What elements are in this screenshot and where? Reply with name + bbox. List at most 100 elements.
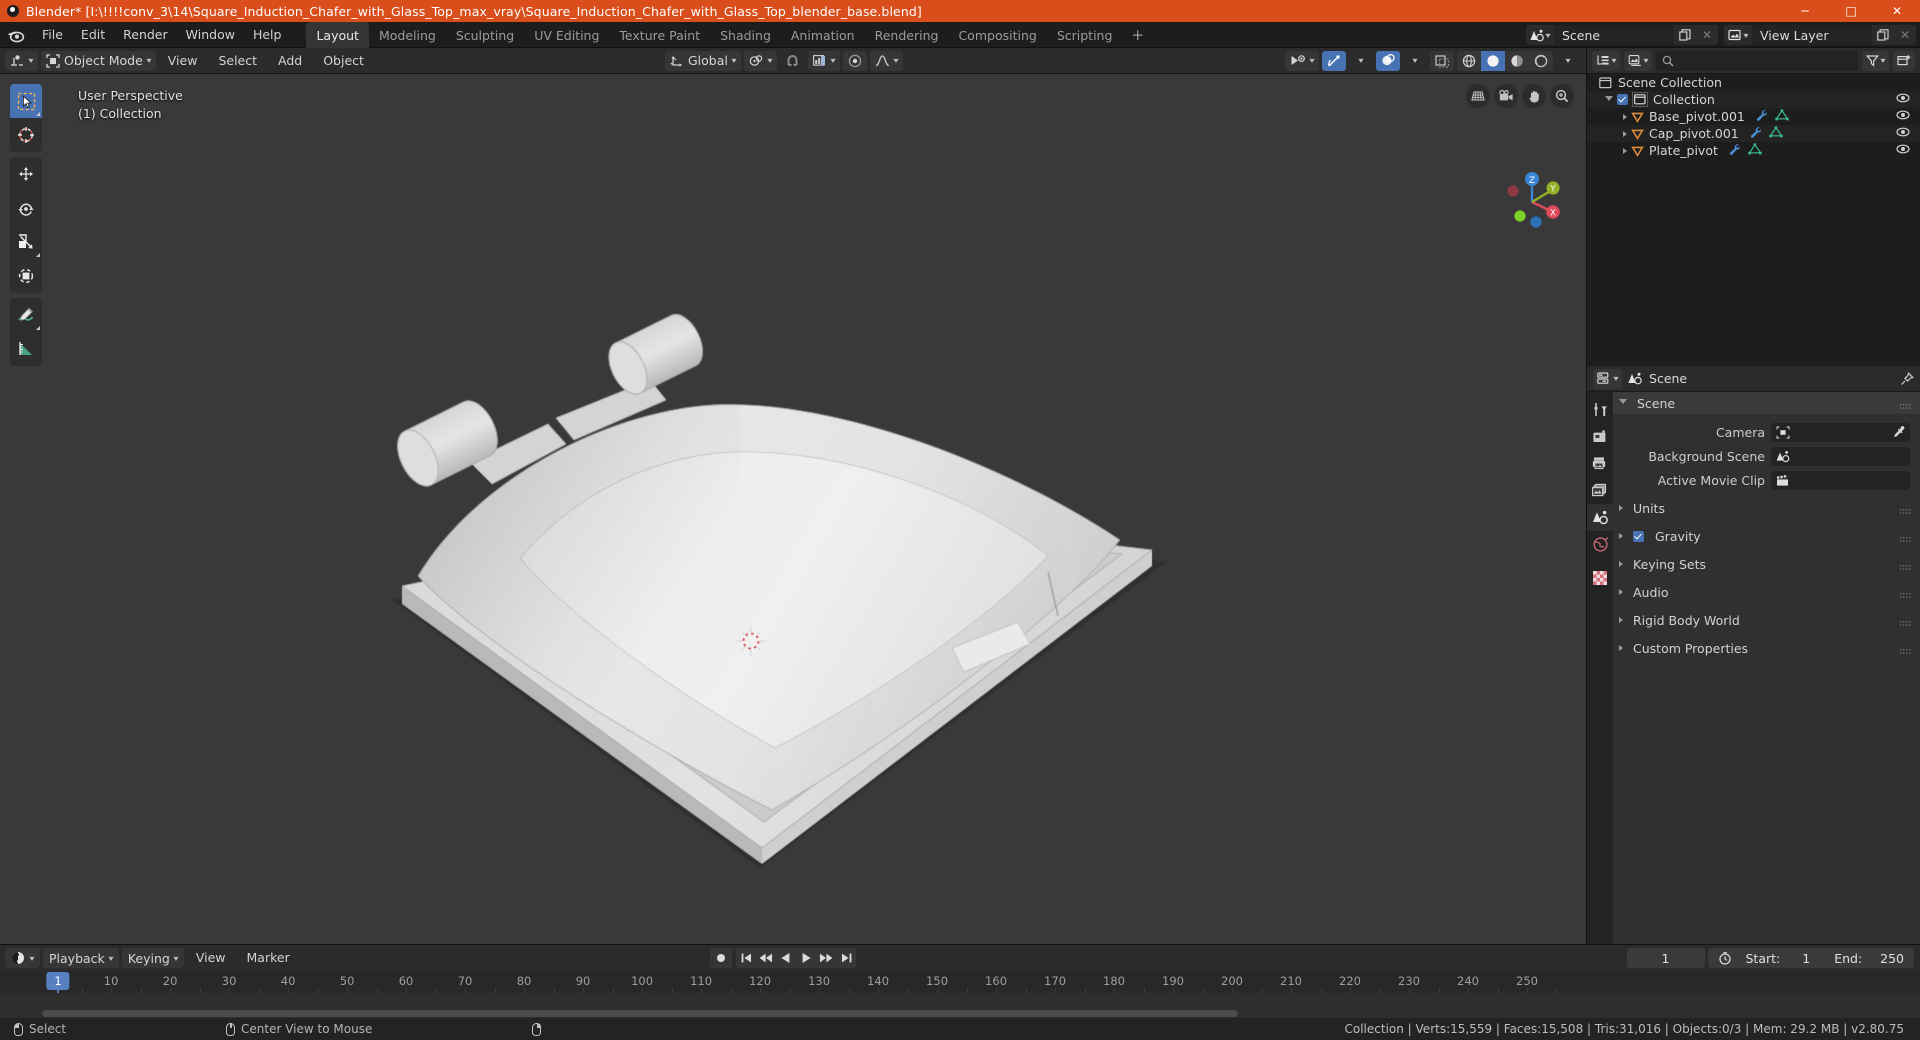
modifier-wrench-icon[interactable] [1755, 109, 1768, 124]
timeline-ruler[interactable]: 10 20 30 40 50 60 70 80 90 100 110 120 130 140 150 160 1… [0, 971, 1920, 1040]
active-movie-clip-field[interactable] [1771, 470, 1910, 490]
transform-orientation-dropdown[interactable]: Global ▾ [665, 50, 741, 71]
close-button[interactable]: ✕ [1874, 0, 1920, 22]
world-tab[interactable] [1587, 531, 1613, 558]
menu-file[interactable]: File [33, 25, 72, 45]
jump-to-end-icon[interactable] [836, 948, 856, 968]
filter-id-icon[interactable]: ▾ [1624, 50, 1653, 71]
disclosure-triangle-icon[interactable] [1619, 589, 1623, 595]
visibility-eye-icon[interactable] [1896, 109, 1910, 124]
use-preview-range-icon[interactable] [1718, 951, 1732, 965]
disclosure-triangle-icon[interactable] [1605, 95, 1613, 104]
scene-selector[interactable]: ▾ Scene ✕ [1525, 25, 1718, 45]
shading-rendered-button[interactable] [1529, 51, 1553, 71]
unlink-scene-button[interactable]: ✕ [1695, 25, 1718, 45]
xray-toggle-icon[interactable] [1430, 50, 1454, 71]
proportional-editing-toggle[interactable] [842, 50, 867, 71]
viewlayer-name-field[interactable]: View Layer [1752, 25, 1872, 45]
tab-uv-editing[interactable]: UV Editing [524, 22, 609, 48]
viewport-canvas[interactable] [0, 74, 1586, 944]
visibility-eye-icon[interactable]: ▾ [1284, 50, 1319, 71]
editor-type-3dview-icon[interactable]: ▾ [5, 50, 39, 71]
disclosure-triangle-icon[interactable] [1619, 505, 1623, 511]
tab-animation[interactable]: Animation [781, 22, 865, 48]
eyedropper-icon[interactable] [1892, 425, 1906, 443]
properties-editor-icon[interactable]: ▾ [1593, 368, 1623, 389]
auto-keying-record-icon[interactable] [710, 948, 732, 968]
scene-tab[interactable] [1587, 504, 1613, 531]
gizmo-toggle-icon[interactable] [1322, 50, 1346, 71]
disclosure-triangle-icon[interactable] [1619, 533, 1623, 539]
mesh-data-icon[interactable] [1769, 126, 1783, 141]
transform-tool[interactable] [10, 259, 42, 293]
viewlayer-tab[interactable] [1587, 477, 1613, 504]
outliner-row-collection[interactable]: Collection [1587, 91, 1920, 108]
shading-solid-button[interactable] [1481, 50, 1505, 71]
shading-wireframe-button[interactable] [1457, 51, 1481, 71]
scene-name-field[interactable]: Scene [1553, 25, 1674, 45]
menu-edit[interactable]: Edit [72, 25, 114, 45]
camera-view-icon[interactable] [1494, 84, 1518, 108]
viewport-menu-object[interactable]: Object [314, 51, 373, 71]
timeline-menu-view[interactable]: View [187, 948, 235, 968]
new-collection-icon[interactable] [1893, 50, 1915, 71]
viewport-menu-select[interactable]: Select [209, 51, 266, 71]
tab-rendering[interactable]: Rendering [865, 22, 949, 48]
timeline-menu-playback[interactable]: Playback ▾ [43, 948, 119, 968]
tab-compositing[interactable]: Compositing [948, 22, 1046, 48]
gravity-checkbox[interactable] [1633, 530, 1644, 542]
panel-header-scene[interactable]: Scene [1613, 392, 1920, 414]
menu-help[interactable]: Help [244, 25, 291, 45]
falloff-curve-dropdown[interactable]: ▾ [869, 50, 903, 71]
gizmo-dropdown[interactable]: ▾ [1349, 51, 1373, 71]
disclosure-triangle-icon[interactable] [1623, 113, 1627, 120]
cursor-tool[interactable] [10, 118, 42, 152]
visibility-eye-icon[interactable] [1896, 92, 1910, 107]
disclosure-triangle-icon[interactable] [1623, 130, 1627, 137]
tab-scripting[interactable]: Scripting [1047, 22, 1123, 48]
play-reverse-icon[interactable] [776, 948, 796, 968]
mesh-data-icon[interactable] [1748, 143, 1762, 158]
rotate-tool[interactable] [10, 191, 42, 225]
texture-tab[interactable] [1587, 564, 1613, 591]
outliner-row-object[interactable]: Cap_pivot.001 [1587, 125, 1920, 142]
timeline-menu-marker[interactable]: Marker [238, 948, 299, 968]
scene-icon[interactable]: ▾ [1525, 25, 1554, 45]
disclosure-triangle-icon[interactable] [1623, 147, 1627, 154]
outliner-search-input[interactable] [1656, 50, 1858, 71]
grid-ortho-toggle-icon[interactable] [1466, 84, 1490, 108]
outliner-row-scene-collection[interactable]: Scene Collection [1587, 74, 1920, 91]
jump-next-keyframe-icon[interactable] [816, 948, 836, 968]
panel-header-units[interactable]: Units [1613, 497, 1920, 519]
snap-target-dropdown[interactable]: ▾ [807, 50, 840, 71]
pin-icon[interactable] [1900, 371, 1914, 386]
disclosure-triangle-icon[interactable] [1619, 561, 1623, 567]
timeline-playhead-badge[interactable]: 1 [46, 972, 70, 990]
disclosure-triangle-icon[interactable] [1619, 399, 1627, 407]
panel-header-audio[interactable]: Audio [1613, 581, 1920, 603]
magnet-icon[interactable] [780, 51, 805, 71]
output-tab[interactable] [1587, 450, 1613, 477]
shading-material-preview-button[interactable] [1505, 51, 1529, 71]
background-scene-field[interactable] [1771, 446, 1910, 466]
measure-tool[interactable] [10, 332, 42, 366]
visibility-eye-icon[interactable] [1896, 143, 1910, 158]
timeline-menu-keying[interactable]: Keying ▾ [121, 948, 184, 968]
modifier-wrench-icon[interactable] [1728, 143, 1741, 158]
filter-funnel-icon[interactable]: ▾ [1861, 50, 1889, 71]
menu-window[interactable]: Window [177, 25, 244, 45]
pivot-point-dropdown[interactable]: ▾ [743, 50, 777, 71]
panel-header-gravity[interactable]: Gravity [1613, 525, 1920, 547]
zoom-magnifier-icon[interactable] [1550, 84, 1574, 108]
panel-header-rigid-body-world[interactable]: Rigid Body World [1613, 609, 1920, 631]
maximize-button[interactable]: □ [1828, 0, 1874, 22]
tab-layout[interactable]: Layout [306, 21, 369, 48]
panel-header-keying-sets[interactable]: Keying Sets [1613, 553, 1920, 575]
play-icon[interactable] [796, 948, 816, 968]
shading-dropdown[interactable]: ▾ [1556, 51, 1580, 71]
tab-modeling[interactable]: Modeling [369, 22, 446, 48]
outliner-row-object[interactable]: Base_pivot.001 [1587, 108, 1920, 125]
viewport-menu-view[interactable]: View [159, 51, 207, 71]
disclosure-triangle-icon[interactable] [1619, 645, 1623, 651]
outliner-display-mode-icon[interactable]: ▾ [1592, 50, 1621, 71]
